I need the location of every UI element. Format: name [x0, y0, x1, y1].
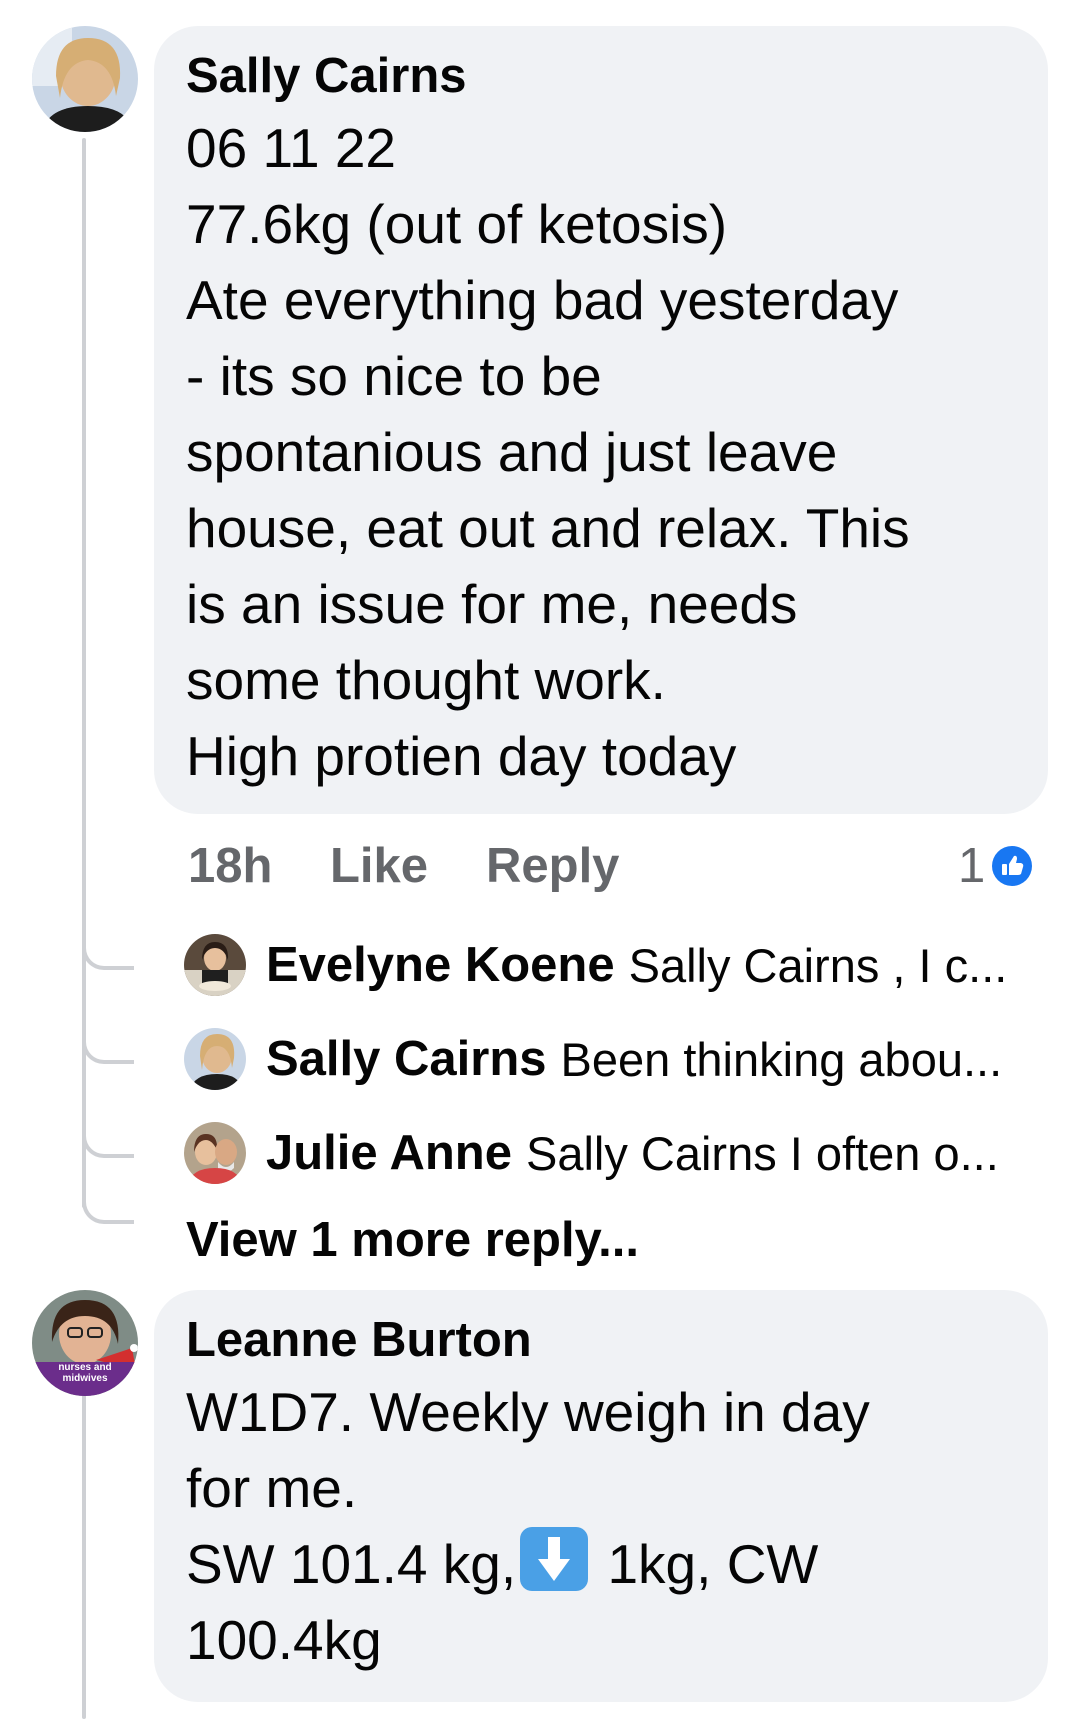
reply-connector: [82, 1020, 134, 1064]
like-icon: [991, 845, 1033, 887]
comment-line: is an issue for me, needs: [186, 573, 798, 635]
comment-line: High protien day today: [186, 725, 737, 787]
avatar[interactable]: [32, 26, 138, 132]
reply-text: Sally Cairns , I c...: [628, 938, 1008, 992]
comment-line: SW 101.4 kg, 1kg, CW: [186, 1526, 1048, 1602]
reply-text: Been thinking abou...: [560, 1032, 1003, 1086]
comment-line: 100.4kg: [186, 1609, 382, 1671]
reply-author[interactable]: Evelyne Koene: [266, 937, 615, 993]
badge-line: midwives: [62, 1373, 108, 1384]
avatar-frame-badge: nurses and midwives: [32, 1362, 138, 1384]
reply-connector: [82, 1180, 134, 1224]
reaction-summary[interactable]: 1: [958, 838, 1033, 894]
comment-line: Ate everything bad yesterday: [186, 269, 899, 331]
reply-preview[interactable]: Evelyne Koene Sally Cairns , I c...: [184, 930, 1007, 1000]
badge-line: nurses and: [58, 1362, 112, 1373]
comment-line: W1D7. Weekly weigh in day: [186, 1381, 870, 1443]
reply-preview[interactable]: Julie Anne Sally Cairns I often o...: [184, 1118, 999, 1188]
comment-author[interactable]: Leanne Burton: [186, 1310, 1048, 1370]
like-button[interactable]: Like: [330, 838, 428, 894]
comment-line: 06 11 22: [186, 117, 397, 179]
comment-line: spontanious and just leave: [186, 421, 838, 483]
comment-bubble: Leanne Burton W1D7. Weekly weigh in day …: [154, 1290, 1048, 1702]
comment-line: some thought work.: [186, 649, 666, 711]
reply-connector: [82, 1114, 134, 1158]
comment-text-part: SW 101.4 kg,: [186, 1533, 517, 1595]
comment-timestamp[interactable]: 18h: [188, 838, 272, 894]
avatar[interactable]: [184, 1028, 246, 1090]
reply-button[interactable]: Reply: [486, 838, 619, 894]
avatar[interactable]: [184, 934, 246, 996]
avatar-photo: [32, 26, 138, 132]
reply-author[interactable]: Julie Anne: [266, 1125, 512, 1181]
comment-bubble: Sally Cairns 06 11 22 77.6kg (out of ket…: [154, 26, 1048, 814]
comment-text-part: 1kg, CW: [592, 1533, 819, 1595]
reply-connector: [82, 926, 134, 970]
avatar[interactable]: nurses and midwives: [32, 1290, 138, 1396]
reply-preview[interactable]: Sally Cairns Been thinking abou...: [184, 1024, 1002, 1094]
comment-author[interactable]: Sally Cairns: [186, 46, 1048, 106]
comment-line: house, eat out and relax. This: [186, 497, 910, 559]
comment-line: 77.6kg (out of ketosis): [186, 193, 728, 255]
down-arrow-icon: [520, 1527, 589, 1591]
avatar[interactable]: [184, 1122, 246, 1184]
reaction-count: 1: [958, 839, 986, 893]
comment-text: 06 11 22 77.6kg (out of ketosis) Ate eve…: [186, 110, 1048, 794]
comment-line: - its so nice to be: [186, 345, 602, 407]
reply-author[interactable]: Sally Cairns: [266, 1031, 547, 1087]
comment-text: W1D7. Weekly weigh in day for me. SW 101…: [186, 1374, 1048, 1678]
thread-line: [82, 1392, 86, 1719]
view-more-replies-link[interactable]: View 1 more reply...: [186, 1212, 639, 1268]
comment-line: for me.: [186, 1457, 358, 1519]
reply-text: Sally Cairns I often o...: [525, 1126, 999, 1180]
